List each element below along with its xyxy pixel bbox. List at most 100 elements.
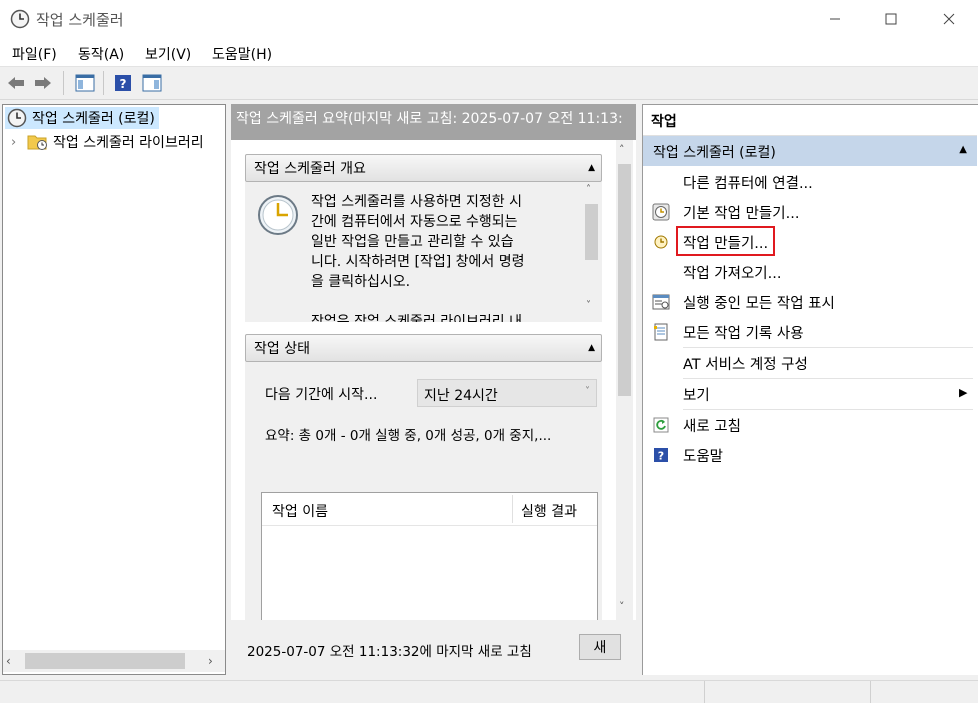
minimize-icon (830, 18, 840, 20)
summary-scrollbar[interactable]: ˄ ˅ (616, 140, 633, 620)
collapse-up-icon[interactable]: ▲ (588, 163, 595, 173)
console-tree[interactable]: 작업 스케줄러 (로컬) › 작업 스케줄러 라이브러리 (2, 104, 226, 675)
last-refresh-text: 2025-07-07 오전 11:13:32에 마지막 새로 고침 (247, 644, 532, 660)
action-refresh[interactable]: 새로 고침 (643, 410, 971, 440)
tree-horizontal-scrollbar[interactable]: ‹ › (3, 650, 225, 672)
forward-button[interactable] (32, 72, 54, 94)
toolbar-separator (103, 71, 104, 95)
period-select-value: 지난 24시간 (424, 388, 498, 404)
status-body: 다음 기간에 시작... 지난 24시간 ˅ 요약: 총 0개 - 0개 실행 … (245, 362, 602, 620)
action-label: 모든 작업 기록 사용 (683, 326, 804, 342)
status-divider (704, 681, 705, 703)
action-label: 새로 고침 (683, 419, 741, 435)
menu-view[interactable]: 보기(V) (145, 44, 191, 64)
overview-title: 작업 스케줄러 개요 (254, 161, 366, 177)
collapse-up-icon[interactable]: ▲ (959, 144, 967, 155)
create-task-icon (652, 233, 670, 251)
help-icon: ? (652, 446, 670, 464)
scroll-down-icon[interactable]: ˅ (619, 600, 625, 613)
menu-action[interactable]: 동작(A) (78, 44, 124, 64)
task-history-icon (652, 323, 670, 341)
menu-file[interactable]: 파일(F) (12, 44, 57, 64)
action-create-basic-task[interactable]: 기본 작업 만들기... (643, 197, 971, 227)
chevron-down-icon: ˅ (585, 386, 590, 397)
running-tasks-icon (652, 293, 670, 311)
maximize-icon (885, 13, 897, 25)
summary-content: 작업 스케줄러 개요 ▲ 작업 스케줄러를 사용하면 지정한 시 간에 컴퓨터에… (231, 140, 636, 620)
overview-body: 작업 스케줄러를 사용하면 지정한 시 간에 컴퓨터에서 자동으로 수행되는 일… (245, 182, 602, 322)
status-divider (870, 681, 871, 703)
toolbar-separator (63, 71, 64, 95)
column-run-result[interactable]: 실행 결과 (521, 501, 577, 521)
svg-text:?: ? (658, 450, 664, 463)
basic-task-wizard-icon (652, 203, 670, 221)
action-help[interactable]: ? 도움말 (643, 440, 971, 470)
scroll-left-icon[interactable]: ‹ (6, 654, 18, 668)
collapse-up-icon[interactable]: ▲ (588, 343, 595, 353)
actions-header-text: 작업 (651, 114, 677, 130)
action-label: 다른 컴퓨터에 연결... (683, 176, 813, 192)
tree-item-label: 작업 스케줄러 라이브러리 (53, 135, 204, 151)
action-label: 도움말 (683, 449, 724, 465)
task-status-table[interactable]: 작업 이름 실행 결과 (261, 492, 598, 620)
help-toolbar-button[interactable]: ? (112, 72, 134, 94)
overview-section-header[interactable]: 작업 스케줄러 개요 ▲ (245, 154, 602, 182)
scroll-up-icon[interactable]: ˄ (619, 143, 625, 156)
summary-footer: 2025-07-07 오전 11:13:32에 마지막 새로 고침 새 (231, 620, 636, 675)
status-title: 작업 상태 (254, 341, 310, 357)
refresh-icon (652, 416, 670, 434)
action-label: 보기 (683, 388, 710, 404)
scrollbar-thumb[interactable] (618, 164, 631, 396)
period-select[interactable]: 지난 24시간 ˅ (417, 379, 597, 407)
tree-item-task-scheduler-local[interactable]: 작업 스케줄러 (로컬) (5, 107, 159, 129)
folder-clock-icon (27, 135, 47, 150)
action-label: 작업 가져오기... (683, 266, 782, 282)
table-header: 작업 이름 실행 결과 (262, 493, 597, 526)
title-bar: 작업 스케줄러 (0, 0, 978, 38)
tree-item-label: 작업 스케줄러 (로컬) (32, 111, 155, 127)
overview-text-line (311, 292, 579, 312)
overview-text-line: 니다. 시작하려면 [작업] 창에서 명령 (311, 254, 525, 270)
refresh-button[interactable]: 새 (579, 634, 621, 660)
action-display-running-tasks[interactable]: 실행 중인 모든 작업 표시 (643, 287, 971, 317)
close-icon (943, 13, 955, 25)
help-icon: ? (115, 75, 131, 91)
scroll-down-icon[interactable]: ˅ (586, 300, 591, 311)
action-import-task[interactable]: 작업 가져오기... (643, 257, 971, 287)
task-scheduler-large-clock-icon (258, 195, 298, 235)
action-connect-other-computer[interactable]: 다른 컴퓨터에 연결... (643, 167, 971, 197)
back-button[interactable] (5, 72, 27, 94)
scroll-up-icon[interactable]: ˄ (586, 184, 591, 195)
scrollbar-thumb[interactable] (585, 204, 598, 260)
overview-scrollbar[interactable]: ˄ ˅ (583, 182, 600, 322)
action-view[interactable]: 보기 ▶ (643, 379, 971, 409)
column-task-name[interactable]: 작업 이름 (272, 501, 328, 521)
actions-group-header[interactable]: 작업 스케줄러 (로컬) ▲ (643, 136, 977, 166)
column-divider[interactable] (512, 495, 513, 523)
close-button[interactable] (926, 0, 972, 38)
scroll-right-icon[interactable]: › (208, 654, 220, 668)
show-hide-action-pane-button[interactable] (141, 72, 163, 94)
action-configure-at-service-account[interactable]: AT 서비스 계정 구성 (643, 348, 971, 378)
overview-text-line: 간에 컴퓨터에서 자동으로 수행되는 (311, 214, 518, 230)
tree-item-library[interactable]: › 작업 스케줄러 라이브러리 (11, 131, 204, 153)
actions-header: 작업 (643, 105, 977, 136)
toolbar: ? (0, 67, 978, 100)
action-label: 작업 만들기... (683, 236, 769, 252)
actions-pane: 작업 작업 스케줄러 (로컬) ▲ 다른 컴퓨터에 연결... 기본 작업 만들… (642, 104, 978, 675)
show-hide-console-tree-button[interactable] (74, 72, 96, 94)
show-hide-console-tree-icon (75, 74, 95, 92)
task-scheduler-clock-icon (7, 108, 27, 128)
summary-header-text: 작업 스케줄러 요약(마지막 새로 고침: 2025-07-07 오전 11:1… (236, 111, 623, 127)
action-enable-task-history[interactable]: 모든 작업 기록 사용 (643, 317, 971, 347)
minimize-button[interactable] (812, 0, 858, 38)
tree-expander-icon[interactable]: › (11, 135, 25, 150)
menu-help[interactable]: 도움말(H) (212, 44, 272, 64)
status-summary: 요약: 총 0개 - 0개 실행 중, 0개 성공, 0개 중지,... (265, 428, 552, 444)
action-create-task[interactable]: 작업 만들기... (643, 226, 971, 257)
maximize-button[interactable] (868, 0, 914, 38)
scrollbar-thumb[interactable] (25, 653, 185, 669)
overview-text-line: 작업은 작업 스케줄러 라이브러리 내 (311, 314, 522, 322)
status-section-header[interactable]: 작업 상태 ▲ (245, 334, 602, 362)
summary-header: 작업 스케줄러 요약(마지막 새로 고침: 2025-07-07 오전 11:1… (231, 104, 636, 140)
